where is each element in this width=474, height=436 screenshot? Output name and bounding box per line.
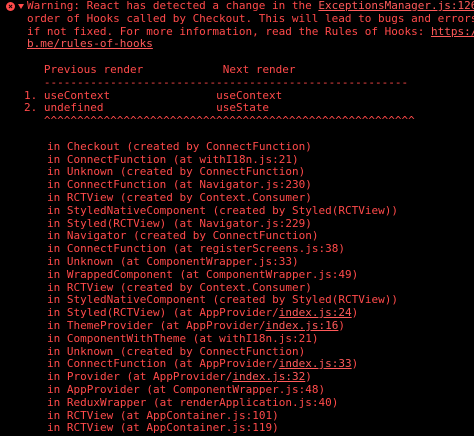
stack-frame-text: in Unknown (created by ConnectFunction) (47, 344, 306, 358)
warning-message: Warning: React has detected a change in … (27, 0, 474, 51)
stack-frame-text-end: ) (351, 357, 359, 371)
stack-frame-text: in Unknown (at ComponentWrapper.js:33) (47, 254, 299, 268)
stack-frame-text: in AppProvider (at ComponentWrapper.js:4… (47, 382, 326, 396)
rules-of-hooks-link-part2[interactable]: b.me/rules-of-hooks (27, 37, 153, 50)
table-row: 1. useContext useContext (24, 89, 282, 102)
stack-frame-text: in StyledNativeComponent (created by Sty… (47, 203, 398, 217)
stack-frame-text: in ConnectFunction (at withI18n.js:21) (47, 152, 299, 166)
disclosure-triangle-icon[interactable] (18, 0, 25, 12)
stack-frame-source-link[interactable]: index.js:24 (279, 306, 352, 319)
stack-frame-source-link[interactable]: index.js:33 (279, 357, 352, 370)
stack-frame-text: in ConnectFunction (at AppProvider/ (47, 357, 279, 371)
stack-frame-text: in Styled(RCTView) (at AppProvider/ (47, 306, 279, 320)
stack-frame-text: in Checkout (created by ConnectFunction) (47, 139, 312, 153)
table-divider: ----------------------------------------… (43, 75, 409, 89)
warning-line2-text: order of Hooks called by Checkout. This … (27, 11, 474, 25)
stack-frame-text-end: ) (338, 318, 346, 332)
stack-frame-text: in Provider (at AppProvider/ (47, 370, 233, 384)
table-header-row: Previous render Next render (24, 63, 296, 76)
stack-frame-text: in ComponentWithTheme (at withI18n.js:21… (47, 331, 319, 345)
row-index: 2. (24, 101, 38, 115)
header-next-render: Next render (222, 62, 296, 76)
stack-frame-text-end: ) (305, 370, 312, 384)
stack-frame-text-end: ) (351, 306, 359, 320)
table-row: 2. undefined useState (24, 101, 269, 114)
stack-frame-text: in ReduxWrapper (at renderApplication.js… (47, 395, 339, 409)
warning-line3-text: if not fixed. For more information, read… (27, 24, 431, 38)
stack-frame-text: in WrappedComponent (at ComponentWrapper… (47, 267, 359, 281)
row-next-hook: useContext (216, 88, 283, 102)
exceptions-manager-link[interactable]: ExceptionsManager.js:126 (318, 0, 474, 12)
stack-frame-text: in ConnectFunction (at registerScreens.j… (47, 242, 346, 256)
console-log: × Warning: React has detected a change i… (0, 0, 474, 436)
stack-frame-text: in StyledNativeComponent (created by Sty… (47, 293, 398, 307)
row-previous-hook: undefined (43, 101, 104, 115)
header-previous-render: Previous render (43, 62, 144, 76)
stack-frame-text: in Navigator (created by ConnectFunction… (47, 229, 319, 243)
stack-frame-text: in RCTView (at AppContainer.js:119) (47, 421, 279, 435)
caret-marker-line: ^^^^^^^^^^^^^^^^^^^^^^^^^^^^^^^^^^^^^^^^… (43, 114, 415, 128)
warning-header-row[interactable]: × Warning: React has detected a change i… (6, 0, 474, 51)
stack-frame-source-link[interactable]: index.js:32 (232, 370, 305, 383)
row-index: 1. (24, 88, 38, 102)
stack-frame-text: in ConnectFunction (at Navigator.js:230) (47, 178, 312, 192)
stack-frame-text: in Unknown (created by ConnectFunction) (47, 165, 306, 179)
error-x-icon: × (6, 2, 15, 11)
stack-frame-source-link[interactable]: index.js:16 (266, 319, 339, 332)
component-stack: in Checkout (created by ConnectFunction)… (6, 139, 474, 436)
hooks-table: Previous render Next render ------------… (6, 63, 474, 128)
row-next-hook: useState (216, 101, 270, 115)
stack-frame-text: in ThemeProvider (at AppProvider/ (47, 318, 266, 332)
stack-frame-text: in Styled(RCTView) (at Navigator.js:229) (47, 216, 312, 230)
stack-frame-text: in RCTView (created by Context.Consumer) (47, 190, 312, 204)
warning-line1-text: Warning: React has detected a change in … (27, 0, 319, 12)
stack-frame-text: in RCTView (created by Context.Consumer) (47, 280, 312, 294)
rules-of-hooks-link-part1[interactable]: https://f (431, 25, 474, 38)
stack-frame-text: in RCTView (at AppContainer.js:101) (47, 408, 279, 422)
row-previous-hook: useContext (43, 88, 111, 102)
